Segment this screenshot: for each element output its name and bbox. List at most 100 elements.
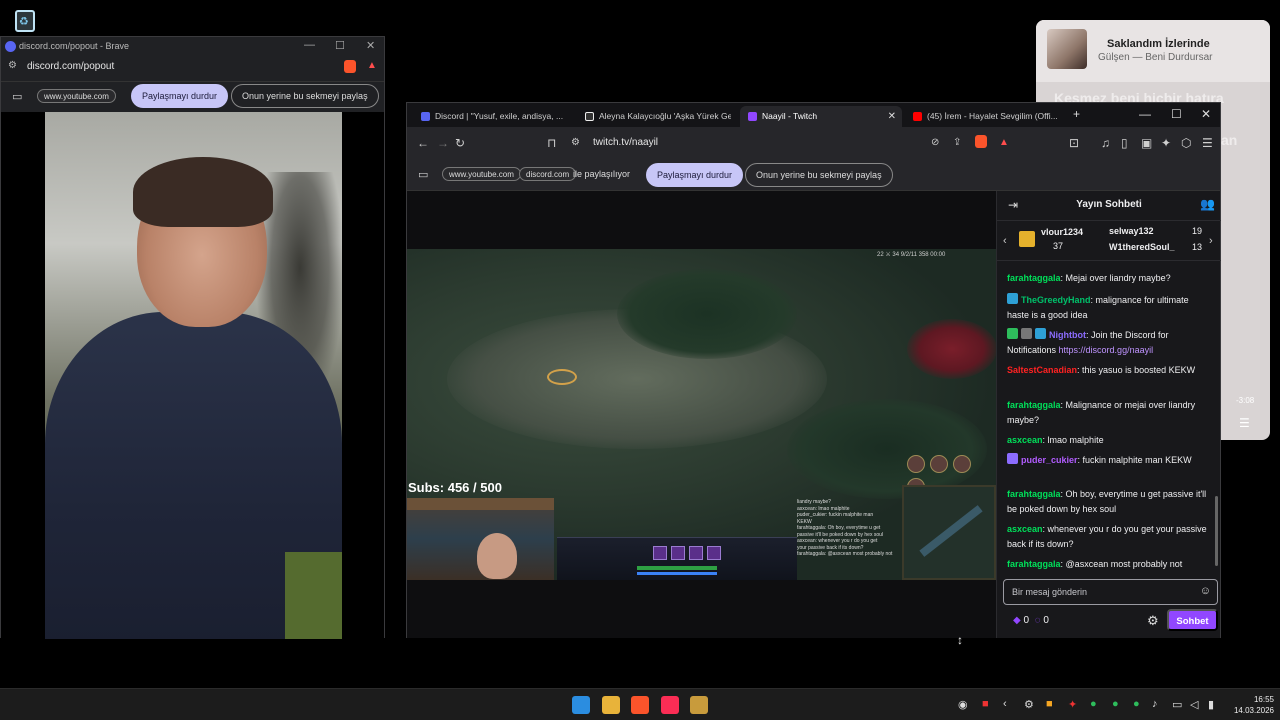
tray-icon[interactable]: ■ (1046, 698, 1053, 710)
apple-music-icon[interactable] (661, 696, 679, 714)
mute-icon[interactable]: ⊘ (931, 136, 939, 150)
window-titlebar[interactable]: discord.com/popout - Brave — ☐ ✕ (1, 37, 384, 57)
back-icon[interactable]: ← (417, 136, 429, 150)
tray-icon[interactable]: ● (1090, 698, 1097, 710)
brave-shields-icon[interactable] (344, 60, 356, 73)
tab-tiktok[interactable]: Aleyna Kalaycıoğlu 'Aşka Yürek Gere... (579, 106, 731, 127)
close-tab-icon[interactable]: ✕ (888, 106, 896, 127)
recycle-bin-icon[interactable]: ♻ (10, 6, 40, 36)
send-chat-button[interactable]: Sohbet (1167, 609, 1218, 631)
brave-rewards-icon[interactable]: ▲ (999, 136, 1009, 150)
start-menu-icon[interactable] (572, 696, 590, 714)
tray-icon[interactable]: ✦ (1068, 698, 1077, 711)
media-icon[interactable]: ♫ (1101, 136, 1110, 150)
brave-shields-icon[interactable] (975, 135, 987, 148)
brave-rewards-icon[interactable]: ▲ (367, 60, 377, 71)
tray-icon[interactable]: ■ (982, 698, 989, 710)
overlay-chat-line: farahtaggala: @asxcean most probably not (797, 551, 893, 557)
share-this-tab-button[interactable]: Onun yerine bu sekmeyi paylaş (745, 163, 893, 187)
overlay-chat: liandry maybe? asxcean: lmao malphite pu… (797, 499, 902, 577)
chat-settings-icon[interactable]: ⚙ (1147, 613, 1159, 629)
channel-points[interactable]: ◆ 0 ◌ 0 (1013, 615, 1049, 626)
chat-link[interactable]: https://discord.gg/naayil (1059, 345, 1154, 355)
chevron-left-icon[interactable]: ‹ (1003, 234, 1007, 248)
tray-icon[interactable]: ‹ (1003, 698, 1007, 710)
chat-username[interactable]: asxcean (1007, 435, 1043, 445)
stop-sharing-button[interactable]: Paylaşmayı durdur (131, 84, 229, 108)
reload-icon[interactable]: ↻ (455, 136, 465, 150)
tab-discord[interactable]: Discord | "Yusuf, exile, andisya, ... (415, 106, 575, 127)
chat-text: fuckin malphite man KEKW (1082, 455, 1192, 465)
list-icon[interactable]: ☰ (1239, 416, 1250, 430)
close-button[interactable]: ✕ (1201, 107, 1211, 121)
community-icon[interactable]: 👥 (1200, 197, 1215, 211)
clock-date: 14.03.2026 (1233, 706, 1274, 715)
tray-icon[interactable]: ⚙ (1024, 698, 1034, 711)
system-clock[interactable]: 16:55 14.03.2026 (1228, 694, 1274, 716)
chat-username[interactable]: farahtaggala (1007, 559, 1061, 569)
battery-icon[interactable]: ▮ (1208, 698, 1214, 711)
subscriber-badge-icon (1007, 293, 1018, 304)
minimap (902, 485, 996, 580)
tab-strip: Discord | "Yusuf, exile, andisya, ... Al… (407, 103, 1220, 127)
chat-username[interactable]: TheGreedyHand (1021, 295, 1091, 305)
bookmark-icon[interactable]: ⊓ (547, 136, 556, 150)
webcam-feed (45, 112, 342, 639)
chat-username[interactable]: puder_cukier (1021, 455, 1078, 465)
address-bar[interactable]: ⚙ discord.com/popout ▲ (1, 57, 384, 77)
twitch-page: 22 ⚔ 34 9/2/11 358 00:00 Subs: 456 / 500… (407, 191, 1221, 638)
network-icon[interactable]: ▭ (1172, 698, 1182, 711)
chevron-right-icon[interactable]: › (1209, 234, 1213, 248)
url-text[interactable]: twitch.tv/naayil (593, 137, 658, 148)
chat-username[interactable]: SaltestCanadian (1007, 365, 1077, 375)
tab-twitch[interactable]: Naayil - Twitch ✕ (740, 106, 902, 127)
chat-username[interactable]: farahtaggala (1007, 489, 1061, 499)
leaderboard-count: 37 (1053, 241, 1064, 251)
leaderboard-user[interactable]: selway132 (1109, 226, 1154, 236)
chat-input[interactable]: Bir mesaj gönderin ☺ (1003, 579, 1218, 605)
leaderboard-user[interactable]: vlour1234 (1041, 227, 1083, 237)
tray-icon[interactable]: ● (1112, 698, 1119, 710)
maximize-button[interactable]: ☐ (335, 39, 345, 52)
league-client-icon[interactable] (690, 696, 708, 714)
vpn-icon[interactable]: ⬡ (1181, 136, 1191, 150)
brave-browser-icon[interactable] (631, 696, 649, 714)
chat-username[interactable]: farahtaggala (1007, 273, 1061, 283)
leo-ai-icon[interactable]: ✦ (1161, 136, 1171, 150)
minimize-button[interactable]: — (1139, 107, 1151, 121)
song-artist: Gülşen — Beni Durdursar (1098, 52, 1213, 63)
stream-video-player[interactable]: 22 ⚔ 34 9/2/11 358 00:00 Subs: 456 / 500… (407, 249, 996, 580)
menu-icon[interactable]: ☰ (1202, 136, 1213, 150)
tab-youtube[interactable]: (45) İrem - Hayalet Sevgilim (Offi... (909, 106, 1059, 127)
microphone-icon[interactable]: ♪ (1152, 698, 1158, 710)
chat-username[interactable]: Nightbot (1049, 330, 1086, 340)
site-settings-icon[interactable]: ⚙ (8, 60, 17, 71)
volume-icon[interactable]: ◁ (1190, 698, 1198, 711)
url-text[interactable]: discord.com/popout (27, 61, 114, 72)
maximize-button[interactable]: ☐ (1171, 107, 1182, 121)
share-this-tab-button[interactable]: Onun yerine bu sekmeyi paylaş (231, 84, 379, 108)
address-bar[interactable]: ⚙ twitch.tv/naayil ⊘ ⇪ ▲ (567, 131, 1027, 155)
leaderboard-count: 13 (1192, 242, 1203, 252)
site-settings-icon[interactable]: ⚙ (571, 136, 580, 150)
stop-sharing-button[interactable]: Paylaşmayı durdur (646, 163, 744, 187)
forward-icon[interactable]: → (437, 136, 449, 150)
close-button[interactable]: ✕ (366, 39, 375, 52)
wallet-icon[interactable]: ▣ (1141, 136, 1152, 150)
leaderboard-user[interactable]: W1theredSoul_ (1109, 242, 1175, 252)
tray-icon[interactable]: ◉ (958, 698, 968, 711)
chat-text: @asxcean most probably not (1065, 559, 1183, 569)
video-stream[interactable] (1, 112, 384, 639)
chat-username[interactable]: asxcean (1007, 524, 1043, 534)
chat-username[interactable]: farahtaggala (1007, 400, 1061, 410)
file-explorer-icon[interactable] (602, 696, 620, 714)
sidebar-icon[interactable]: ▯ (1121, 136, 1128, 150)
tray-icon[interactable]: ● (1133, 698, 1140, 710)
share-icon[interactable]: ⇪ (953, 136, 961, 150)
screenshot-icon[interactable]: ⊡ (1069, 136, 1079, 150)
sharing-status-text: ile paylaşılıyor (573, 169, 631, 179)
emoji-icon[interactable]: ☺ (1200, 585, 1211, 597)
minimize-button[interactable]: — (304, 39, 315, 51)
new-tab-button[interactable]: + (1073, 107, 1080, 121)
chat-scrollbar[interactable] (1215, 496, 1218, 566)
